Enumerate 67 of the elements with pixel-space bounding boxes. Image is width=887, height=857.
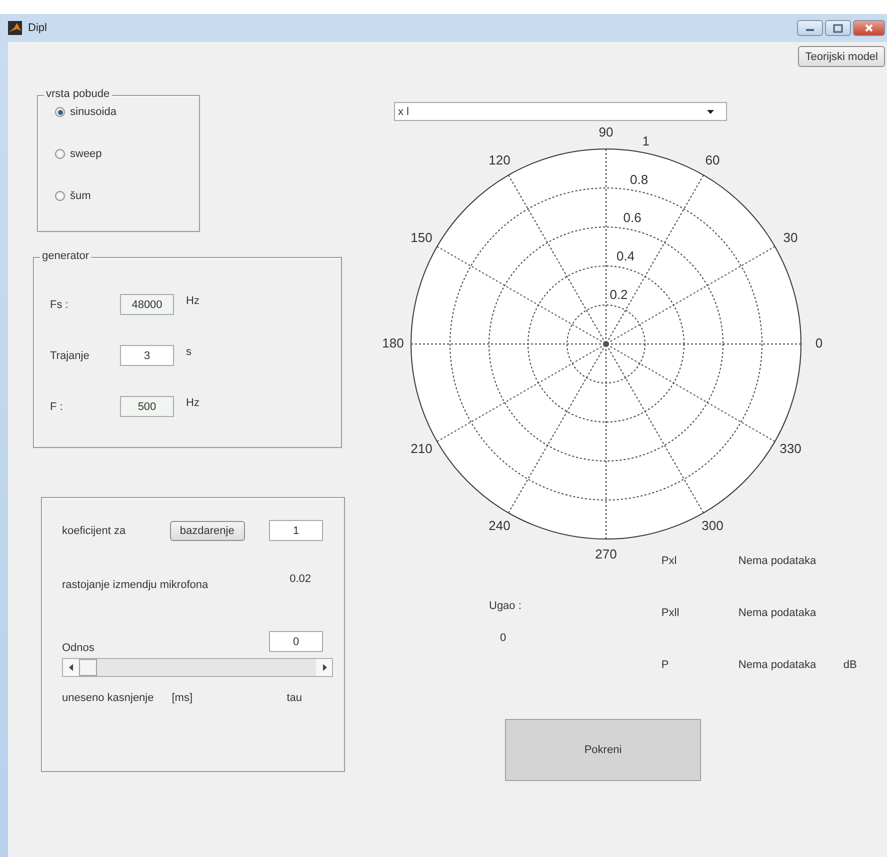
delay-unit: [ms] [172, 692, 193, 704]
app-logo-icon [8, 21, 22, 35]
result-label: P [661, 659, 670, 671]
angle-label: 120 [488, 152, 510, 168]
delay-value: tau [286, 692, 302, 704]
angle-label: 0 [815, 335, 823, 350]
unit-label: Hz [186, 396, 200, 408]
result-value: Nema podataka [738, 659, 818, 671]
radius-label: 0.4 [616, 248, 635, 264]
angle-value: 0 [500, 632, 508, 644]
angle-label: 300 [702, 518, 724, 534]
distance-label: rastojanje izmendju mikrofona [62, 579, 208, 591]
angle-label: 270 [595, 546, 617, 562]
run-button[interactable]: Pokreni [505, 719, 701, 781]
angle-label: 90 [598, 124, 614, 140]
input-field[interactable]: 3 [120, 345, 174, 366]
window-title: Dipl [28, 22, 47, 34]
radius-label: 0.6 [623, 210, 642, 226]
angle-label: 60 [705, 152, 720, 168]
minimize-button[interactable] [797, 20, 823, 36]
model-button[interactable]: Teorijski model [798, 46, 885, 67]
delay-label: uneseno kasnjenje [62, 692, 154, 704]
calibrate-button[interactable]: bazdarenje [170, 520, 245, 540]
unit-label: s [186, 346, 192, 358]
angle-label: Ugao : [489, 600, 522, 612]
result-label: Pxl [661, 555, 678, 567]
distance-value: 0.02 [290, 573, 311, 585]
result-label: Pxll [661, 607, 680, 619]
radio-option[interactable]: šum [55, 190, 199, 202]
angle-label: 150 [410, 230, 432, 245]
coefficient-field[interactable]: 1 [269, 520, 323, 541]
right-arrow-icon [322, 664, 326, 671]
scroll-right-button[interactable] [316, 659, 332, 676]
field-label: Fs : [50, 298, 70, 310]
radio-button[interactable] [55, 107, 65, 117]
angle-label: 180 [382, 335, 404, 350]
angle-label: 330 [780, 440, 802, 456]
close-button[interactable] [853, 20, 885, 36]
unit-label: Hz [186, 294, 200, 306]
radius-label: 0.2 [610, 287, 628, 302]
radio-option[interactable]: sinusoida [55, 106, 199, 118]
signal-dropdown[interactable]: x l [394, 102, 727, 121]
left-arrow-icon [68, 664, 74, 671]
radio-button[interactable] [55, 149, 65, 159]
maximize-icon [831, 23, 845, 33]
angle-label: 210 [410, 440, 432, 456]
radius-label: 1 [642, 133, 650, 148]
radio-button[interactable] [55, 191, 65, 201]
ratio-label: Odnos [62, 642, 94, 654]
field-label: F : [50, 400, 64, 412]
panel-title: vrsta pobude [44, 88, 112, 100]
maximize-button[interactable] [825, 20, 851, 36]
coefficient-label: koeficijent za [62, 524, 126, 536]
panel-title: generator [40, 250, 92, 262]
unit-label: dB [843, 659, 857, 671]
slider-thumb[interactable] [79, 659, 98, 676]
result-value: Nema podataka [738, 555, 818, 567]
scroll-slider[interactable] [62, 658, 333, 677]
result-value: Nema podataka [738, 607, 818, 619]
ratio-field[interactable]: 0 [269, 631, 323, 652]
angle-label: 240 [488, 518, 510, 534]
angle-label: 30 [783, 230, 798, 245]
scroll-left-button[interactable] [63, 659, 79, 676]
caret-icon [707, 110, 714, 114]
field-label: Trajanje [50, 350, 90, 362]
radio-option[interactable]: sweep [55, 148, 199, 160]
radius-label: 0.8 [630, 172, 648, 187]
